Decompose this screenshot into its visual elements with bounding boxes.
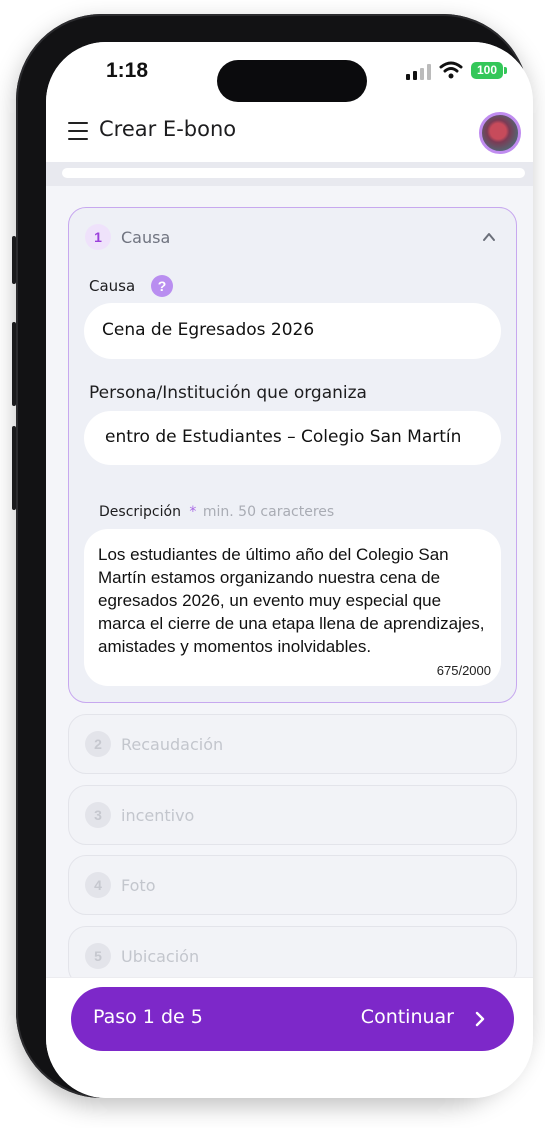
description-label-text: Descripción — [99, 504, 181, 520]
step-card-foto[interactable]: 4 Foto — [68, 855, 517, 915]
volume-up-button — [12, 322, 16, 406]
cause-label: Causa — [89, 277, 136, 295]
signal-icon — [406, 64, 431, 80]
dynamic-island — [217, 60, 367, 102]
step-card-recaudacion[interactable]: 2 Recaudación — [68, 714, 517, 774]
cause-input[interactable]: Cena de Egresados 2026 — [84, 303, 501, 359]
help-icon[interactable]: ? — [151, 275, 173, 297]
organizer-input[interactable]: entro de Estudiantes – Colegio San Martí… — [84, 411, 501, 465]
step-label: Ubicación — [121, 947, 200, 966]
step-label: Recaudación — [121, 735, 224, 754]
continue-button[interactable]: Paso 1 de 5 Continuar — [71, 987, 514, 1051]
volume-down-button — [12, 426, 16, 510]
description-textarea[interactable]: Los estudiantes de último año del Colegi… — [84, 529, 501, 686]
phone-frame: 1:18 100 Crear E-bono 1 Causa Causa ? Ce… — [12, 14, 533, 1098]
page-title: Crear E-bono — [99, 117, 237, 141]
menu-icon[interactable] — [68, 122, 88, 140]
organizer-label: Persona/Institución que organiza — [89, 383, 367, 403]
screen: 1:18 100 Crear E-bono 1 Causa Causa ? Ce… — [46, 42, 533, 1098]
description-text: Los estudiantes de último año del Colegi… — [98, 545, 485, 656]
step-number: 4 — [85, 872, 111, 898]
battery-icon: 100 — [471, 62, 503, 79]
step-progress-text: Paso 1 de 5 — [93, 1006, 203, 1028]
step-label: Foto — [121, 876, 156, 895]
silent-switch — [12, 236, 16, 284]
description-label: Descripción * min. 50 caracteres — [99, 504, 334, 520]
required-mark: * — [189, 504, 197, 520]
chevron-up-icon[interactable] — [482, 230, 496, 244]
step-number: 5 — [85, 943, 111, 969]
step-number: 2 — [85, 731, 111, 757]
app-header: Crear E-bono — [46, 102, 533, 162]
step-number: 3 — [85, 802, 111, 828]
avatar[interactable] — [479, 112, 521, 154]
step-card-incentivo[interactable]: 3 incentivo — [68, 785, 517, 845]
chevron-right-icon — [475, 1011, 485, 1027]
progress-track — [62, 168, 525, 178]
step-number: 1 — [85, 224, 111, 250]
char-count: 675/2000 — [430, 663, 491, 678]
step-label[interactable]: Causa — [121, 228, 170, 247]
description-hint: min. 50 caracteres — [202, 504, 335, 520]
battery-tip — [504, 67, 507, 74]
status-bar: 1:18 100 — [46, 42, 533, 102]
step-label: incentivo — [121, 806, 195, 825]
continue-label: Continuar — [360, 1006, 454, 1028]
status-time: 1:18 — [106, 59, 149, 82]
wifi-icon — [439, 61, 463, 79]
